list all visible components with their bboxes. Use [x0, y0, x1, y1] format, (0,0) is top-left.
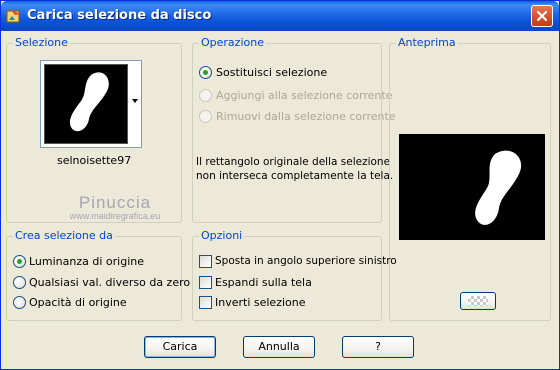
crea-group: Crea selezione da Luminanza di origine Q… — [6, 229, 190, 321]
checkbox-sposta[interactable] — [199, 255, 212, 268]
checkbox-inverti[interactable] — [199, 296, 212, 309]
operation-message-line1: Il rettangolo originale della selezione — [196, 156, 391, 168]
radio-rimuovi[interactable] — [199, 110, 212, 123]
radio-aggiungi[interactable] — [199, 89, 212, 102]
radio-qualsiasi-label[interactable]: Qualsiasi val. diverso da zero — [29, 276, 190, 289]
radio-opacita-label[interactable]: Opacità di origine — [29, 296, 127, 309]
opzioni-label: Opzioni — [199, 229, 245, 242]
radio-aggiungi-label[interactable]: Aggiungi alla selezione corrente — [216, 89, 392, 102]
load-button[interactable]: Carica — [144, 336, 216, 358]
operazione-label: Operazione — [199, 36, 266, 49]
checker-icon — [468, 296, 488, 306]
app-icon — [6, 8, 22, 24]
selection-file-name: selnoisette97 — [57, 154, 132, 167]
crea-label: Crea selezione da — [13, 229, 115, 242]
radio-opacita[interactable] — [13, 296, 26, 309]
anteprima-label: Anteprima — [396, 36, 458, 49]
checkbox-espandi[interactable] — [199, 276, 212, 289]
window-title: Carica selezione da disco — [27, 8, 212, 23]
preview-zoom-button[interactable] — [460, 292, 496, 310]
checkbox-inverti-label[interactable]: Inverti selezione — [215, 296, 306, 309]
checkbox-sposta-label[interactable]: Sposta in angolo superiore sinistro — [215, 255, 397, 267]
help-button[interactable]: ? — [342, 336, 414, 358]
dropdown-arrow-icon[interactable] — [131, 95, 139, 103]
title-bar[interactable]: Carica selezione da disco — [1, 1, 559, 31]
checkbox-espandi-label[interactable]: Espandi sulla tela — [215, 276, 312, 289]
radio-sostituisci-label[interactable]: Sostituisci selezione — [216, 66, 327, 79]
watermark-url: www.maidiregrafica.eu — [69, 211, 161, 221]
close-button[interactable] — [531, 5, 553, 27]
radio-qualsiasi[interactable] — [13, 276, 26, 289]
operazione-group: Operazione Sostituisci selezione Aggiung… — [192, 36, 396, 223]
operation-message-line2: non interseca completamente la tela. — [196, 170, 394, 182]
dialog-window: Carica selezione da disco Selezione seln… — [0, 0, 560, 370]
preview-image — [399, 134, 545, 240]
opzioni-group: Opzioni Sposta in angolo superiore sinis… — [192, 229, 397, 321]
watermark-name: Pinuccia — [78, 193, 152, 212]
anteprima-group: Anteprima — [389, 36, 551, 321]
radio-luminanza-label[interactable]: Luminanza di origine — [29, 255, 144, 268]
selezione-label: Selezione — [13, 36, 70, 49]
cancel-button[interactable]: Annulla — [243, 336, 315, 358]
selection-picker[interactable] — [40, 60, 142, 148]
radio-luminanza[interactable] — [13, 255, 26, 268]
radio-rimuovi-label[interactable]: Rimuovi dalla selezione corrente — [216, 110, 396, 123]
selection-thumbnail — [44, 64, 128, 144]
watermark: Pinuccia www.maidiregrafica.eu — [45, 193, 185, 221]
radio-sostituisci[interactable] — [199, 66, 212, 79]
